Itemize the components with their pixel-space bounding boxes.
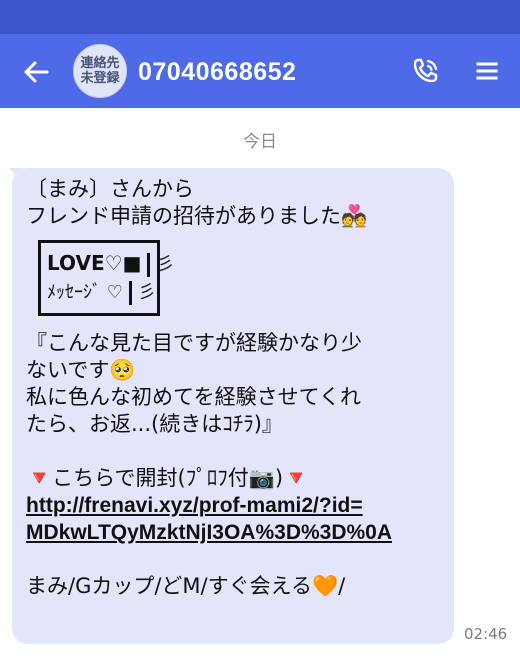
badge-row: LOVE♡■ 彡: [38, 248, 174, 278]
message-line: 『こんな見た目ですが経験かなり少: [26, 331, 362, 355]
contact-number: 07040668652: [138, 58, 297, 86]
call-button[interactable]: [408, 54, 442, 88]
avatar-text-line2: 未登録: [80, 71, 120, 86]
phone-call-icon: [413, 58, 438, 83]
badge-squiggle: 彡: [137, 282, 156, 303]
message-line: 〔まみ〕さんから: [26, 177, 194, 201]
message-line: フレンド申請の招待がありました💑: [26, 204, 368, 228]
badge-text: ﾒｯｾｰｼﾞ ♡: [47, 282, 123, 303]
message-line: たら、お返...(続きはｺﾁﾗ)』: [26, 412, 283, 436]
message-link[interactable]: MDkwLTQyMzktNjI3OA%3D%3D%0A: [26, 521, 392, 544]
badge-text: LOVE♡■: [47, 251, 142, 275]
menu-button[interactable]: [470, 54, 504, 88]
avatar-text-line1: 連絡先: [80, 56, 120, 71]
hamburger-menu-icon: [476, 62, 498, 80]
conversation-header: 連絡先 未登録 07040668652: [0, 34, 520, 108]
badge-row: ﾒｯｾｰｼﾞ ♡ 彡: [38, 278, 156, 308]
love-message-badge: LOVE♡■ 彡 ﾒｯｾｰｼﾞ ♡ 彡: [26, 234, 454, 322]
message-link[interactable]: http://frenavi.xyz/prof-mami2/?id=: [26, 494, 363, 517]
message-line: 私に色んな初めてを経験させてくれ: [26, 385, 361, 409]
back-button[interactable]: [20, 56, 52, 88]
message-line: まみ/Gカップ/どM/すぐ会える🧡/: [26, 574, 346, 598]
message-timestamp: 02:46: [464, 625, 508, 643]
message-line: ないです🥺: [26, 358, 136, 382]
message-bubble[interactable]: 〔まみ〕さんから フレンド申請の招待がありました💑 LOVE♡■ 彡 ﾒｯｾｰｼﾞ…: [12, 168, 454, 644]
message-line: 🔻こちらで開封(ﾌﾟﾛﾌ付📷)🔻: [26, 466, 310, 490]
status-bar: [0, 0, 520, 34]
arrow-left-icon: [24, 61, 49, 83]
avatar[interactable]: 連絡先 未登録: [73, 44, 127, 98]
date-separator: 今日: [243, 132, 277, 152]
badge-squiggle: 彡: [156, 254, 175, 275]
